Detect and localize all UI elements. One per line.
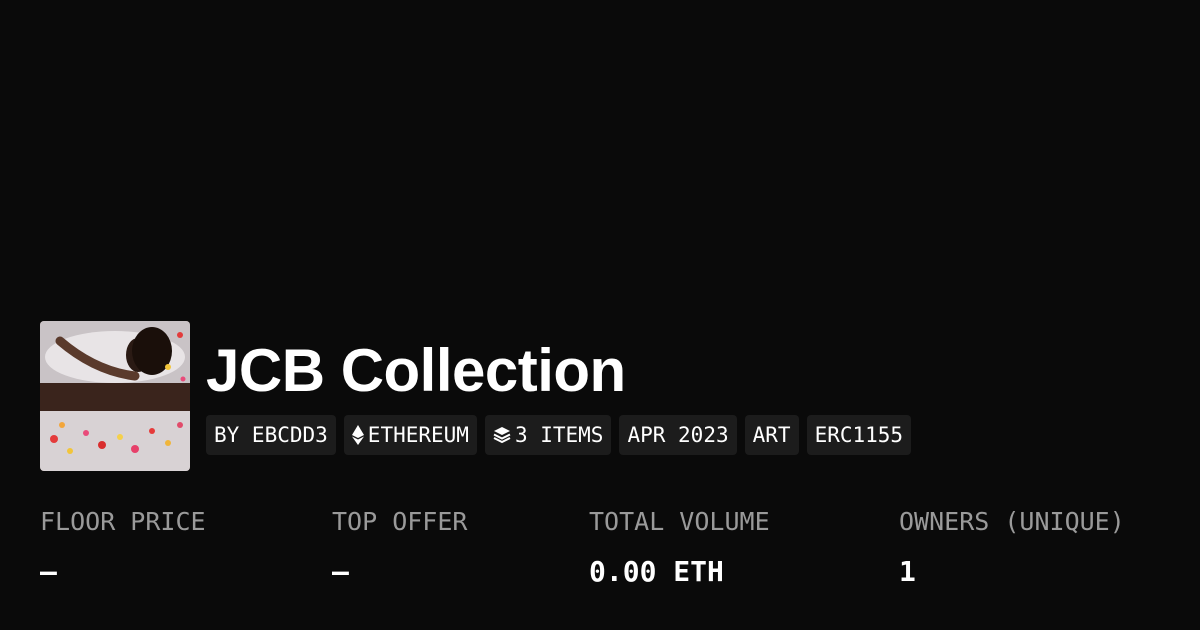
- tag-category[interactable]: ART: [744, 415, 799, 455]
- stat-owners-label: OWNERS (UNIQUE): [899, 507, 1125, 536]
- tag-chain-label: ETHEREUM: [367, 423, 469, 447]
- collection-tags: BY EBCDD3 ETHEREUM 3 ITEMS APR 2023 ART …: [206, 415, 912, 455]
- stat-owners: OWNERS (UNIQUE) 1: [899, 505, 1125, 589]
- tag-category-label: ART: [752, 423, 791, 447]
- collection-title: JCB Collection: [206, 337, 626, 404]
- stat-floor-price-value: —: [40, 555, 57, 588]
- tag-date-label: APR 2023: [627, 423, 729, 447]
- tag-chain[interactable]: ETHEREUM: [343, 415, 477, 455]
- tag-items[interactable]: 3 ITEMS: [484, 415, 612, 455]
- ethereum-icon: [351, 425, 364, 445]
- stat-total-volume-label: TOTAL VOLUME: [589, 507, 770, 536]
- tag-date: APR 2023: [619, 415, 737, 455]
- tag-creator[interactable]: BY EBCDD3: [206, 415, 336, 455]
- tag-standard: ERC1155: [806, 415, 912, 455]
- stat-top-offer-value: —: [332, 555, 349, 588]
- tag-items-label: 3 ITEMS: [514, 423, 604, 447]
- stat-total-volume: TOTAL VOLUME 0.00 ETH: [589, 505, 770, 589]
- stat-floor-price-label: FLOOR PRICE: [40, 507, 206, 536]
- stat-floor-price: FLOOR PRICE —: [40, 505, 206, 589]
- tag-creator-label: BY EBCDD3: [214, 423, 328, 447]
- collection-thumbnail[interactable]: [40, 321, 190, 471]
- stat-owners-value: 1: [899, 555, 916, 588]
- layers-icon: [493, 426, 511, 444]
- collection-card: JCB Collection BY EBCDD3 ETHEREUM 3 ITEM…: [0, 0, 1200, 630]
- stat-total-volume-value: 0.00 ETH: [589, 555, 724, 588]
- stat-top-offer-label: TOP OFFER: [332, 507, 468, 536]
- stat-top-offer: TOP OFFER —: [332, 505, 467, 589]
- tag-standard-label: ERC1155: [814, 423, 904, 447]
- collection-thumbnail-image: [40, 321, 190, 471]
